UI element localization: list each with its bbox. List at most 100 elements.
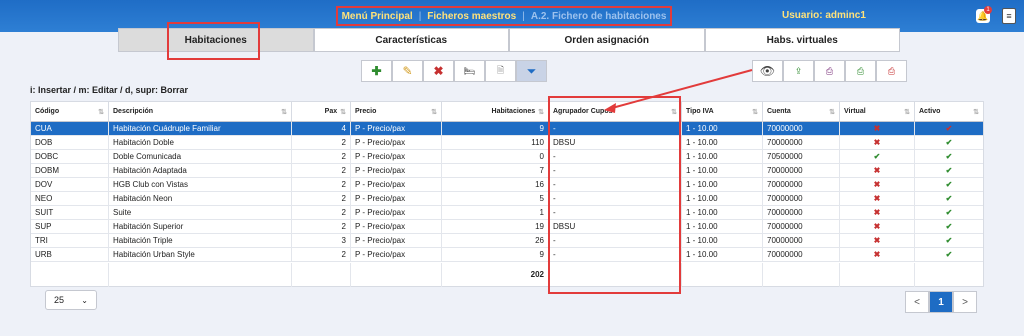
cell-habitaciones: 9: [442, 122, 549, 136]
cell-descripcion: Habitación Cuádruple Familiar: [109, 122, 292, 136]
table-row[interactable]: URB Habitación Urban Style 2 P - Precio/pax…: [31, 248, 983, 262]
table-row[interactable]: SUIT Suite 2 P - Precio/pax 1-1 - 10.00 70000…: [31, 206, 983, 220]
col-precio[interactable]: Precio ⇅: [351, 102, 442, 122]
pdf-icon[interactable]: ⎙: [876, 60, 907, 82]
sort-icon: ⇅: [538, 108, 544, 116]
cell-habitaciones: 16: [442, 178, 549, 192]
col-descripcion[interactable]: Descripción ⇅: [109, 102, 292, 122]
cell-codigo: SUIT: [31, 206, 109, 220]
cell-precio: P - Precio/pax: [351, 136, 442, 150]
page-button[interactable]: 1: [929, 291, 953, 313]
col-virtual[interactable]: Virtual ⇅: [840, 102, 915, 122]
table-row[interactable]: DOV HGB Club con Vistas 2 P - Precio/pax 16-…: [31, 178, 983, 192]
total-empty: [763, 263, 840, 287]
document-icon[interactable]: 🗎: [485, 60, 516, 82]
cell-iva: 1 - 10.00: [682, 164, 763, 178]
col-activo-label: Activo: [919, 108, 941, 115]
user-label[interactable]: Usuario: adminc1: [782, 10, 866, 21]
export-icon[interactable]: ⇪: [783, 60, 814, 82]
cell-virtual: ✖: [840, 234, 915, 248]
cell-precio: P - Precio/pax: [351, 234, 442, 248]
cell-iva: 1 - 10.00: [682, 122, 763, 136]
breadcrumb-separator: |: [418, 10, 422, 22]
x-icon[interactable]: ✖: [423, 60, 454, 82]
cell-habitaciones: 19: [442, 220, 549, 234]
cell-iva: 1 - 10.00: [682, 234, 763, 248]
cell-iva: 1 - 10.00: [682, 206, 763, 220]
cell-descripcion: Doble Comunicada: [109, 150, 292, 164]
prev-page-button[interactable]: <: [905, 291, 929, 313]
table-row[interactable]: DOBC Doble Comunicada 2 P - Precio/pax 0-1 -…: [31, 150, 983, 164]
table-row[interactable]: SUP Habitación Superior 2 P - Precio/pax 19 D…: [31, 220, 983, 234]
totals-row: 202: [31, 263, 983, 287]
total-empty: [351, 263, 442, 287]
cell-descripcion: Habitación Doble: [109, 136, 292, 150]
breadcrumb-menu[interactable]: Menú Principal: [342, 11, 413, 22]
rooms-table: Código ⇅ Descripción ⇅ Pax ⇅ Precio ⇅ Habita…: [30, 101, 984, 287]
sort-icon: ⇅: [829, 108, 835, 116]
table-row[interactable]: DOB Habitación Doble 2 P - Precio/pax 110 DBS…: [31, 136, 983, 150]
col-cuenta[interactable]: Cuenta ⇅: [763, 102, 840, 122]
tab-habs-virtuales[interactable]: Habs. virtuales: [704, 28, 900, 52]
col-codigo-label: Código: [35, 108, 60, 115]
plus-icon[interactable]: ✚: [361, 60, 392, 82]
cell-iva: 1 - 10.00: [682, 220, 763, 234]
cell-codigo: SUP: [31, 220, 109, 234]
table-row[interactable]: TRI Habitación Triple 3 P - Precio/pax 26-1 …: [31, 234, 983, 248]
total-habitaciones: 202: [442, 263, 549, 287]
cell-virtual: ✖: [840, 178, 915, 192]
printer-icon[interactable]: ⎙: [845, 60, 876, 82]
cell-descripcion: Habitación Triple: [109, 234, 292, 248]
printer-icon[interactable]: ⎙: [814, 60, 845, 82]
total-empty: [292, 263, 351, 287]
breadcrumb-masters[interactable]: Ficheros maestros: [427, 11, 516, 22]
page-size-select[interactable]: 25 ⌄: [45, 290, 97, 310]
col-codigo[interactable]: Código ⇅: [31, 102, 109, 122]
cell-virtual: ✖: [840, 192, 915, 206]
col-tipo-iva[interactable]: Tipo IVA ⇅: [682, 102, 763, 122]
col-descripcion-label: Descripción: [113, 108, 154, 115]
cell-pax: 2: [292, 178, 351, 192]
tab-caracteristicas[interactable]: Características: [313, 28, 509, 52]
filter-icon[interactable]: ⏷: [516, 60, 547, 82]
total-empty: [31, 263, 109, 287]
cell-cuenta: 70000000: [763, 206, 840, 220]
next-page-button[interactable]: >: [953, 291, 977, 313]
cell-codigo: DOB: [31, 136, 109, 150]
document-list-icon[interactable]: ≡: [1002, 8, 1016, 24]
cell-cuenta: 70000000: [763, 234, 840, 248]
chevron-down-icon: ⌄: [81, 295, 88, 305]
sort-icon: ⇅: [973, 108, 979, 116]
cell-pax: 3: [292, 234, 351, 248]
cell-activo: ✔: [945, 124, 953, 133]
table-row[interactable]: DOBM Habitación Adaptada 2 P - Precio/pax 7-…: [31, 164, 983, 178]
tab-orden-asignacion[interactable]: Orden asignación: [509, 28, 705, 52]
cell-precio: P - Precio/pax: [351, 248, 442, 262]
cell-codigo: CUA: [31, 122, 109, 136]
total-empty: [109, 263, 292, 287]
cell-descripcion: Habitación Adaptada: [109, 164, 292, 178]
col-activo[interactable]: Activo ⇅: [915, 102, 983, 122]
cell-precio: P - Precio/pax: [351, 192, 442, 206]
cell-pax: 2: [292, 248, 351, 262]
col-habitaciones-label: Habitaciones: [491, 108, 536, 115]
cell-virtual: ✖: [840, 122, 915, 136]
action-toolbar: ✚ ✎ ✖ 🛏 🗎 ⏷: [361, 60, 547, 82]
bed-icon[interactable]: 🛏: [454, 60, 485, 82]
col-pax[interactable]: Pax ⇅: [292, 102, 351, 122]
table-row[interactable]: NEO Habitación Neon 2 P - Precio/pax 5-1 - 1…: [31, 192, 983, 206]
table-row[interactable]: CUA Habitación Cuádruple Familiar 4 P - Pre…: [31, 122, 983, 136]
breadcrumb: Menú Principal | Ficheros maestros | A.2…: [336, 6, 672, 26]
pencil-icon[interactable]: ✎: [392, 60, 423, 82]
cell-descripcion: Habitación Urban Style: [109, 248, 292, 262]
col-precio-label: Precio: [355, 108, 377, 115]
cell-codigo: URB: [31, 248, 109, 262]
col-iva-label: Tipo IVA: [686, 108, 714, 115]
cell-habitaciones: 5: [442, 192, 549, 206]
col-virtual-label: Virtual: [844, 108, 866, 115]
cell-pax: 2: [292, 192, 351, 206]
col-habitaciones[interactable]: Habitaciones ⇅: [442, 102, 549, 122]
eye-icon[interactable]: 👁: [752, 60, 783, 82]
cell-activo: ✔: [945, 194, 953, 203]
cell-precio: P - Precio/pax: [351, 164, 442, 178]
